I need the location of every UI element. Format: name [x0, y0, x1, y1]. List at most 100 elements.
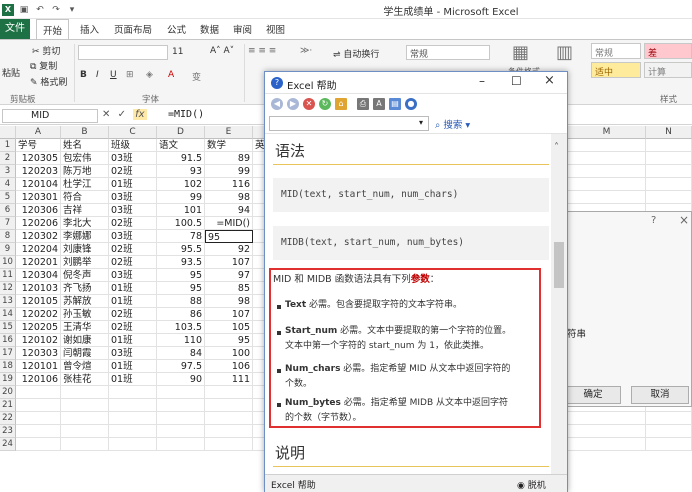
cell[interactable]	[568, 438, 646, 451]
column-header-d[interactable]: D	[157, 126, 205, 139]
cell[interactable]	[568, 191, 646, 204]
border-icon[interactable]: ⊞	[126, 70, 134, 80]
cell[interactable]: 92	[205, 243, 253, 256]
cell[interactable]: 95.5	[157, 243, 205, 256]
cell[interactable]: 刘鹏举	[61, 256, 109, 269]
cell[interactable]	[61, 386, 109, 399]
cell[interactable]: 苏解放	[61, 295, 109, 308]
row-header[interactable]: 23	[0, 425, 16, 438]
column-header-m[interactable]: M	[568, 126, 646, 139]
cell[interactable]: 杜学江	[61, 178, 109, 191]
cell[interactable]: 02班	[109, 243, 157, 256]
cell[interactable]	[109, 438, 157, 451]
forward-icon[interactable]: ▶	[287, 98, 299, 110]
cell[interactable]	[157, 438, 205, 451]
cell[interactable]: 02班	[109, 256, 157, 269]
cell[interactable]: 120303	[16, 347, 61, 360]
formula-input[interactable]: =MID()	[168, 109, 204, 120]
row-header[interactable]: 3	[0, 165, 16, 178]
cell[interactable]: 张桂花	[61, 373, 109, 386]
cell[interactable]: 120203	[16, 165, 61, 178]
row-header[interactable]: 4	[0, 178, 16, 191]
font-size-box[interactable]: 11	[172, 47, 183, 57]
cancel-button[interactable]: 取消	[631, 386, 689, 404]
cell[interactable]	[16, 438, 61, 451]
cell[interactable]	[16, 412, 61, 425]
cell[interactable]: 齐飞扬	[61, 282, 109, 295]
cell[interactable]	[568, 165, 646, 178]
cell[interactable]: 符合	[61, 191, 109, 204]
cell[interactable]: 03班	[109, 269, 157, 282]
cell[interactable]: 120206	[16, 217, 61, 230]
row-header[interactable]: 14	[0, 308, 16, 321]
cell[interactable]	[646, 438, 692, 451]
cell[interactable]: 110	[157, 334, 205, 347]
tab-home[interactable]: 开始	[36, 19, 70, 39]
cell[interactable]: 刘康锋	[61, 243, 109, 256]
cell[interactable]	[109, 412, 157, 425]
cell[interactable]	[205, 438, 253, 451]
cell[interactable]	[16, 399, 61, 412]
cell[interactable]	[568, 152, 646, 165]
cell[interactable]	[646, 165, 692, 178]
orientation-icon[interactable]: ≫·	[300, 46, 312, 56]
cell[interactable]	[16, 425, 61, 438]
cell[interactable]: 120101	[16, 360, 61, 373]
cell[interactable]: 03班	[109, 191, 157, 204]
book-icon[interactable]: ▤	[389, 98, 401, 110]
cell[interactable]: 120304	[16, 269, 61, 282]
cell[interactable]	[568, 139, 646, 152]
row-header[interactable]: 6	[0, 204, 16, 217]
insert-function-button[interactable]: fx	[133, 109, 147, 120]
cell[interactable]: 120103	[16, 282, 61, 295]
conditional-format-icon[interactable]: ▦	[512, 42, 529, 63]
cell[interactable]	[646, 412, 692, 425]
number-format-select[interactable]: 常规	[406, 45, 490, 60]
cell[interactable]: 88	[157, 295, 205, 308]
cell[interactable]: 曾令煊	[61, 360, 109, 373]
row-header[interactable]: 16	[0, 334, 16, 347]
cell[interactable]: 95	[205, 334, 253, 347]
cell[interactable]: 95	[157, 282, 205, 295]
cell[interactable]	[205, 399, 253, 412]
row-header[interactable]: 24	[0, 438, 16, 451]
cell[interactable]: 01班	[109, 282, 157, 295]
cell[interactable]: 03班	[109, 347, 157, 360]
scroll-up-icon[interactable]: ˄	[554, 142, 559, 153]
cell[interactable]: 数学	[205, 139, 253, 152]
row-header[interactable]: 1	[0, 139, 16, 152]
row-header[interactable]: 21	[0, 399, 16, 412]
cell[interactable]: 02班	[109, 308, 157, 321]
ok-button[interactable]: 确定	[565, 386, 621, 404]
row-header[interactable]: 9	[0, 243, 16, 256]
cell[interactable]: 106	[205, 360, 253, 373]
cell[interactable]: 120106	[16, 373, 61, 386]
cell[interactable]	[568, 412, 646, 425]
search-button[interactable]: ⌕ 搜索 ▾	[435, 117, 470, 131]
cell[interactable]: 120204	[16, 243, 61, 256]
cell[interactable]: 90	[157, 373, 205, 386]
cell[interactable]: 03班	[109, 230, 157, 243]
row-header[interactable]: 8	[0, 230, 16, 243]
cell[interactable]	[568, 178, 646, 191]
cell[interactable]: 02班	[109, 217, 157, 230]
search-dropdown-icon[interactable]: ▾	[419, 118, 423, 127]
row-header[interactable]: 12	[0, 282, 16, 295]
row-header[interactable]: 17	[0, 347, 16, 360]
cell[interactable]: 84	[157, 347, 205, 360]
cell[interactable]: 95	[205, 230, 253, 243]
cell[interactable]: 李娜娜	[61, 230, 109, 243]
phonetic-icon[interactable]: 变	[192, 70, 201, 83]
style-bad[interactable]: 差	[644, 43, 692, 59]
cell[interactable]: 01班	[109, 178, 157, 191]
minimize-button[interactable]: –	[479, 74, 485, 88]
cell[interactable]: 01班	[109, 373, 157, 386]
cell[interactable]	[109, 386, 157, 399]
tab-page-layout[interactable]: 页面布局	[114, 22, 152, 36]
cell[interactable]: 94	[205, 204, 253, 217]
italic-button[interactable]: I	[96, 70, 99, 80]
cell[interactable]: 107	[205, 308, 253, 321]
cell[interactable]: 01班	[109, 360, 157, 373]
cell[interactable]	[61, 438, 109, 451]
font-name-box[interactable]	[78, 45, 168, 60]
